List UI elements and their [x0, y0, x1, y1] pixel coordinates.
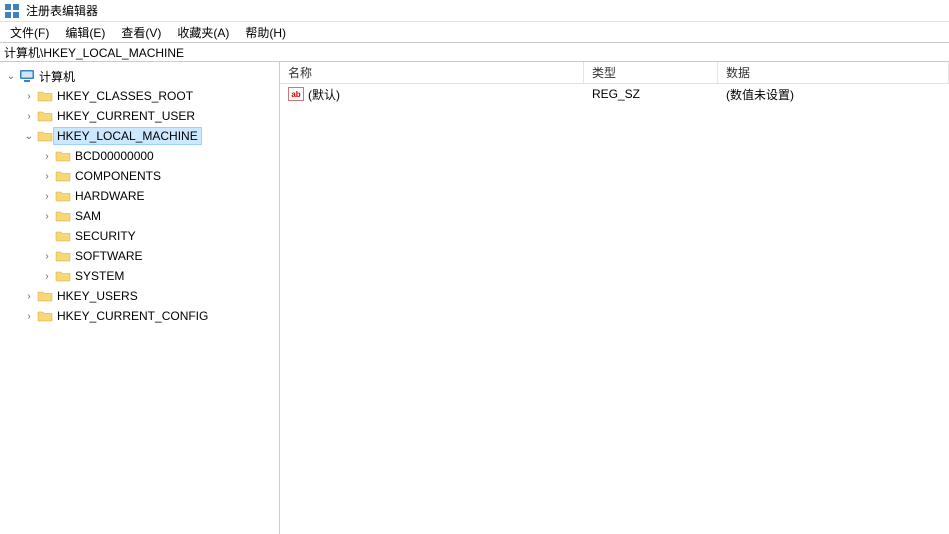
- chevron-right-icon[interactable]: ›: [22, 111, 36, 122]
- list-item[interactable]: ab (默认) REG_SZ (数值未设置): [280, 84, 949, 104]
- chevron-right-icon[interactable]: ›: [22, 311, 36, 322]
- folder-icon: [36, 309, 54, 323]
- tree-label: BCD00000000: [72, 148, 157, 164]
- tree-node-bcd[interactable]: › BCD00000000: [0, 146, 279, 166]
- folder-icon: [54, 269, 72, 283]
- address-text: 计算机\HKEY_LOCAL_MACHINE: [4, 44, 184, 61]
- tree-node-hku[interactable]: › HKEY_USERS: [0, 286, 279, 306]
- tree-label: HARDWARE: [72, 188, 148, 204]
- window-title: 注册表编辑器: [26, 2, 98, 19]
- list-pane[interactable]: 名称 类型 数据 ab (默认) REG_SZ (数值未设置): [280, 62, 949, 534]
- tree-node-software[interactable]: › SOFTWARE: [0, 246, 279, 266]
- chevron-right-icon[interactable]: ›: [40, 171, 54, 182]
- folder-icon: [54, 209, 72, 223]
- tree-node-hkcu[interactable]: › HKEY_CURRENT_USER: [0, 106, 279, 126]
- folder-icon: [54, 189, 72, 203]
- folder-icon: [36, 289, 54, 303]
- menu-help[interactable]: 帮助(H): [239, 22, 292, 43]
- folder-icon: [54, 249, 72, 263]
- tree-label: COMPONENTS: [72, 168, 164, 184]
- tree-node-hardware[interactable]: › HARDWARE: [0, 186, 279, 206]
- computer-icon: [18, 69, 36, 83]
- tree-label: SYSTEM: [72, 268, 127, 284]
- column-header-type[interactable]: 类型: [584, 62, 718, 83]
- value-type-cell: REG_SZ: [584, 86, 718, 102]
- chevron-right-icon[interactable]: ›: [22, 91, 36, 102]
- tree-label: 计算机: [36, 67, 78, 86]
- value-name-cell: ab (默认): [280, 85, 584, 104]
- chevron-down-icon[interactable]: ⌄: [22, 131, 36, 142]
- tree-node-system[interactable]: › SYSTEM: [0, 266, 279, 286]
- folder-icon: [36, 89, 54, 103]
- list-header: 名称 类型 数据: [280, 62, 949, 84]
- chevron-right-icon[interactable]: ›: [40, 251, 54, 262]
- chevron-right-icon[interactable]: ›: [40, 191, 54, 202]
- titlebar: 注册表编辑器: [0, 0, 949, 22]
- tree-label: HKEY_CURRENT_CONFIG: [54, 308, 211, 324]
- menubar: 文件(F) 编辑(E) 查看(V) 收藏夹(A) 帮助(H): [0, 22, 949, 42]
- folder-icon: [36, 109, 54, 123]
- tree-label: SECURITY: [72, 228, 139, 244]
- tree-label: HKEY_USERS: [54, 288, 141, 304]
- chevron-down-icon[interactable]: ⌄: [4, 71, 18, 82]
- menu-view[interactable]: 查看(V): [115, 22, 167, 43]
- tree-pane[interactable]: ⌄ 计算机 › HKEY_CLASSES_ROOT › HKEY_CURR: [0, 62, 280, 534]
- tree-label: SAM: [72, 208, 104, 224]
- chevron-right-icon[interactable]: ›: [40, 271, 54, 282]
- column-header-name[interactable]: 名称: [280, 62, 584, 83]
- folder-icon: [36, 129, 54, 143]
- tree-node-computer[interactable]: ⌄ 计算机: [0, 66, 279, 86]
- tree-node-hkcc[interactable]: › HKEY_CURRENT_CONFIG: [0, 306, 279, 326]
- tree-label: SOFTWARE: [72, 248, 146, 264]
- chevron-right-icon[interactable]: ›: [40, 151, 54, 162]
- tree-node-hklm[interactable]: ⌄ HKEY_LOCAL_MACHINE: [0, 126, 279, 146]
- value-data-cell: (数值未设置): [718, 85, 949, 104]
- app-icon: [4, 3, 20, 19]
- tree-node-security[interactable]: SECURITY: [0, 226, 279, 246]
- tree-label: HKEY_LOCAL_MACHINE: [54, 128, 201, 144]
- content-area: ⌄ 计算机 › HKEY_CLASSES_ROOT › HKEY_CURR: [0, 62, 949, 534]
- tree-node-components[interactable]: › COMPONENTS: [0, 166, 279, 186]
- folder-icon: [54, 169, 72, 183]
- addressbar[interactable]: 计算机\HKEY_LOCAL_MACHINE: [0, 42, 949, 62]
- column-header-data[interactable]: 数据: [718, 62, 949, 83]
- tree-label: HKEY_CURRENT_USER: [54, 108, 198, 124]
- menu-edit[interactable]: 编辑(E): [59, 22, 111, 43]
- tree-node-hkcr[interactable]: › HKEY_CLASSES_ROOT: [0, 86, 279, 106]
- menu-file[interactable]: 文件(F): [4, 22, 55, 43]
- tree-node-sam[interactable]: › SAM: [0, 206, 279, 226]
- folder-icon: [54, 149, 72, 163]
- menu-favorites[interactable]: 收藏夹(A): [171, 22, 235, 43]
- chevron-right-icon[interactable]: ›: [22, 291, 36, 302]
- tree-label: HKEY_CLASSES_ROOT: [54, 88, 196, 104]
- value-name: (默认): [308, 86, 340, 103]
- chevron-right-icon[interactable]: ›: [40, 211, 54, 222]
- string-value-icon: ab: [288, 87, 304, 101]
- folder-icon: [54, 229, 72, 243]
